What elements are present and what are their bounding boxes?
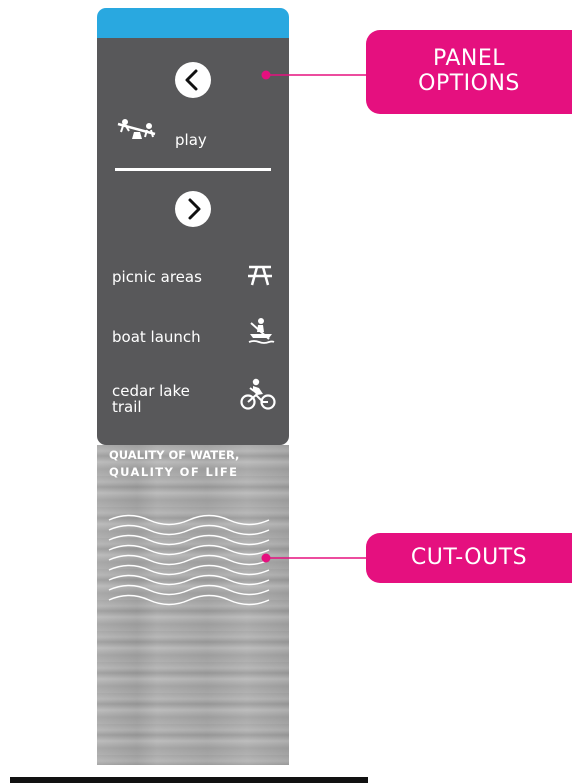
chevron-right-icon bbox=[188, 198, 201, 220]
prev-button[interactable] bbox=[175, 62, 211, 98]
slogan: QUALITY OF WATER, QUALITY OF LIFE bbox=[109, 447, 279, 481]
wave-cutouts bbox=[108, 514, 270, 606]
panel-options-leader bbox=[261, 70, 368, 80]
picnic-areas-label: picnic areas bbox=[112, 268, 202, 286]
panel-options-callout: PANEL OPTIONS bbox=[366, 30, 572, 114]
next-button[interactable] bbox=[175, 191, 211, 227]
cedar-lake-trail-label: cedar lake trail bbox=[112, 383, 190, 415]
boat-launch-icon bbox=[248, 318, 275, 344]
slogan-line1: QUALITY OF WATER, bbox=[109, 448, 240, 462]
chevron-left-icon bbox=[185, 69, 198, 91]
options-panel: play picnic areas boat launch cedar lake… bbox=[97, 38, 289, 445]
cut-outs-leader bbox=[261, 553, 368, 563]
signpost: play picnic areas boat launch cedar lake… bbox=[97, 8, 289, 765]
play-label: play bbox=[175, 131, 207, 149]
panel-options-line2: OPTIONS bbox=[418, 71, 520, 96]
boat-launch-label: boat launch bbox=[112, 328, 201, 346]
cyclist-icon bbox=[240, 378, 276, 410]
picnic-table-icon bbox=[248, 265, 272, 286]
trail-text: trail bbox=[112, 398, 142, 416]
cut-outs-callout: CUT-OUTS bbox=[366, 533, 572, 583]
cedar-lake-text: cedar lake bbox=[112, 382, 190, 400]
panel-divider bbox=[115, 168, 271, 171]
slogan-line2: QUALITY OF LIFE bbox=[109, 465, 239, 479]
panel-options-line1: PANEL bbox=[432, 46, 506, 71]
ground-line bbox=[10, 777, 368, 783]
seesaw-icon bbox=[117, 119, 156, 139]
